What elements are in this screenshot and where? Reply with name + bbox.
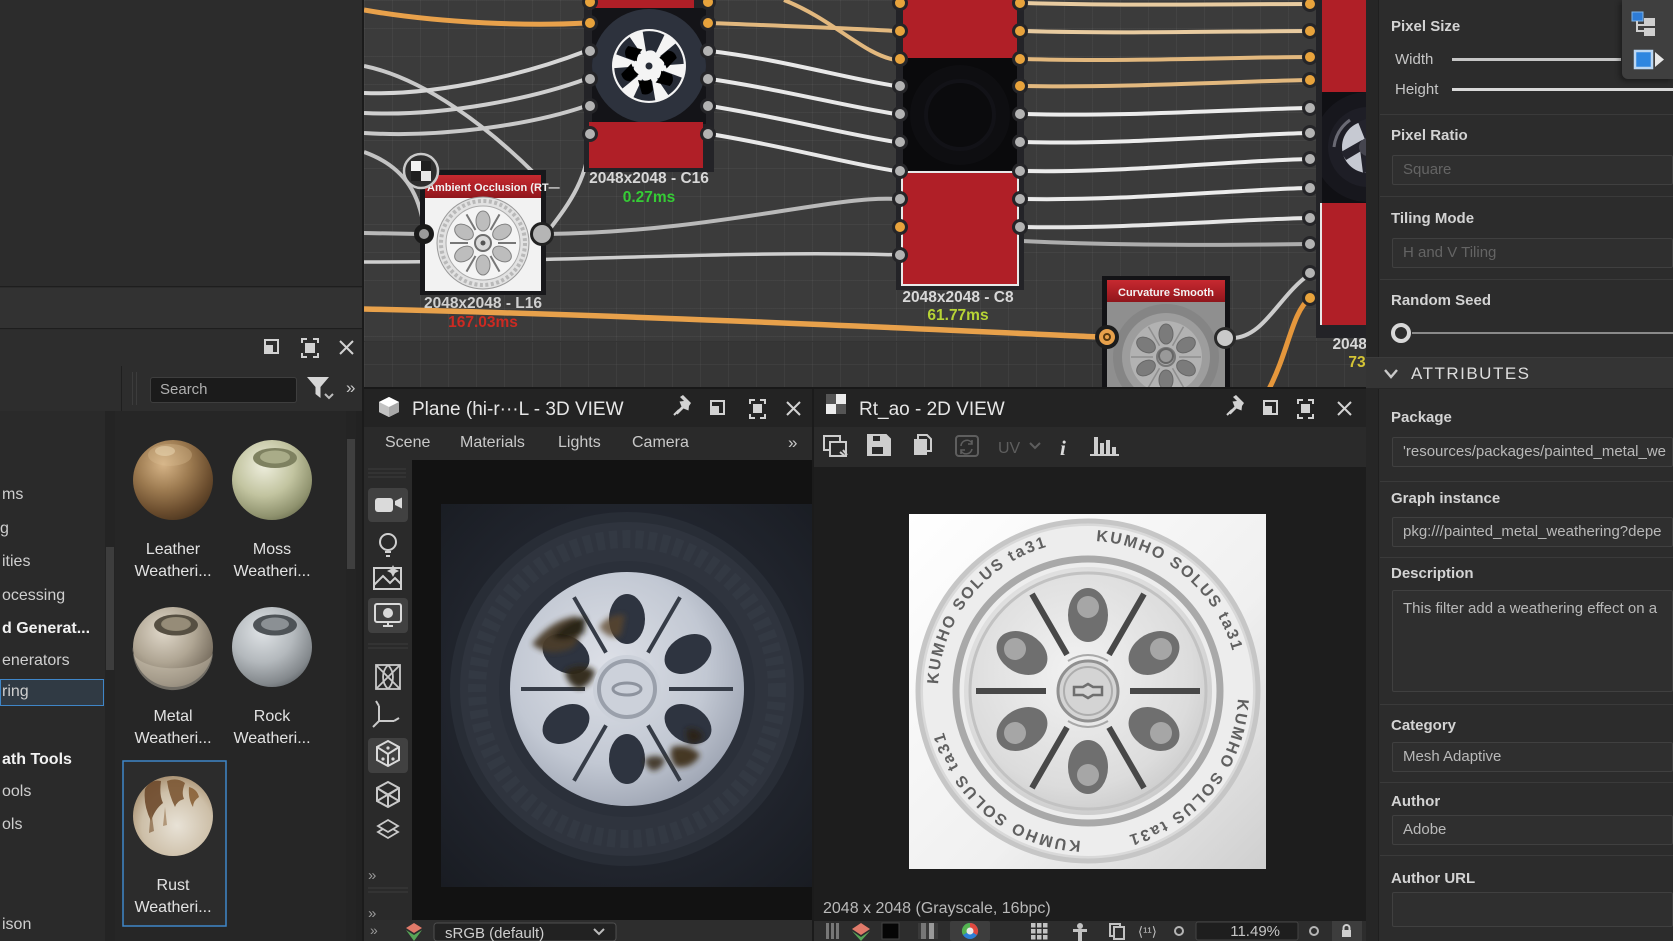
svg-text:i: i: [1060, 436, 1066, 460]
svg-text:2048x2048 - C16: 2048x2048 - C16: [589, 170, 709, 187]
svg-text:0.27ms: 0.27ms: [623, 189, 676, 206]
svg-text:Rt_ao - 2D VIEW: Rt_ao - 2D VIEW: [859, 399, 1005, 420]
svg-text:Plane (hi-r···L - 3D VIEW: Plane (hi-r···L - 3D VIEW: [412, 399, 624, 420]
svg-text:»: »: [368, 905, 376, 920]
svg-text:Curvature Smooth: Curvature Smooth: [1118, 287, 1214, 299]
svg-text:11.49%: 11.49%: [1230, 923, 1280, 940]
svg-text:»: »: [368, 867, 376, 884]
svg-text:167.03ms: 167.03ms: [448, 314, 518, 331]
svg-text:sRGB (default): sRGB (default): [445, 925, 544, 941]
svg-text:Ambient Occlusion (RT—: Ambient Occlusion (RT—: [427, 182, 560, 194]
svg-text:2048x2048 - C8: 2048x2048 - C8: [902, 289, 1014, 306]
svg-text:2048x: 2048x: [1332, 336, 1366, 353]
svg-text:»: »: [370, 922, 378, 938]
svg-text:UV: UV: [998, 440, 1021, 457]
svg-text:73: 73: [1348, 354, 1366, 371]
svg-text:2048x2048 - L16: 2048x2048 - L16: [424, 295, 542, 312]
svg-text:2048 x 2048 (Grayscale, 16bpc): 2048 x 2048 (Grayscale, 16bpc): [823, 900, 1051, 917]
svg-text:61.77ms: 61.77ms: [927, 307, 988, 324]
svg-text:»: »: [346, 378, 355, 397]
svg-text:⟨¹¹⟩: ⟨¹¹⟩: [1138, 924, 1157, 939]
